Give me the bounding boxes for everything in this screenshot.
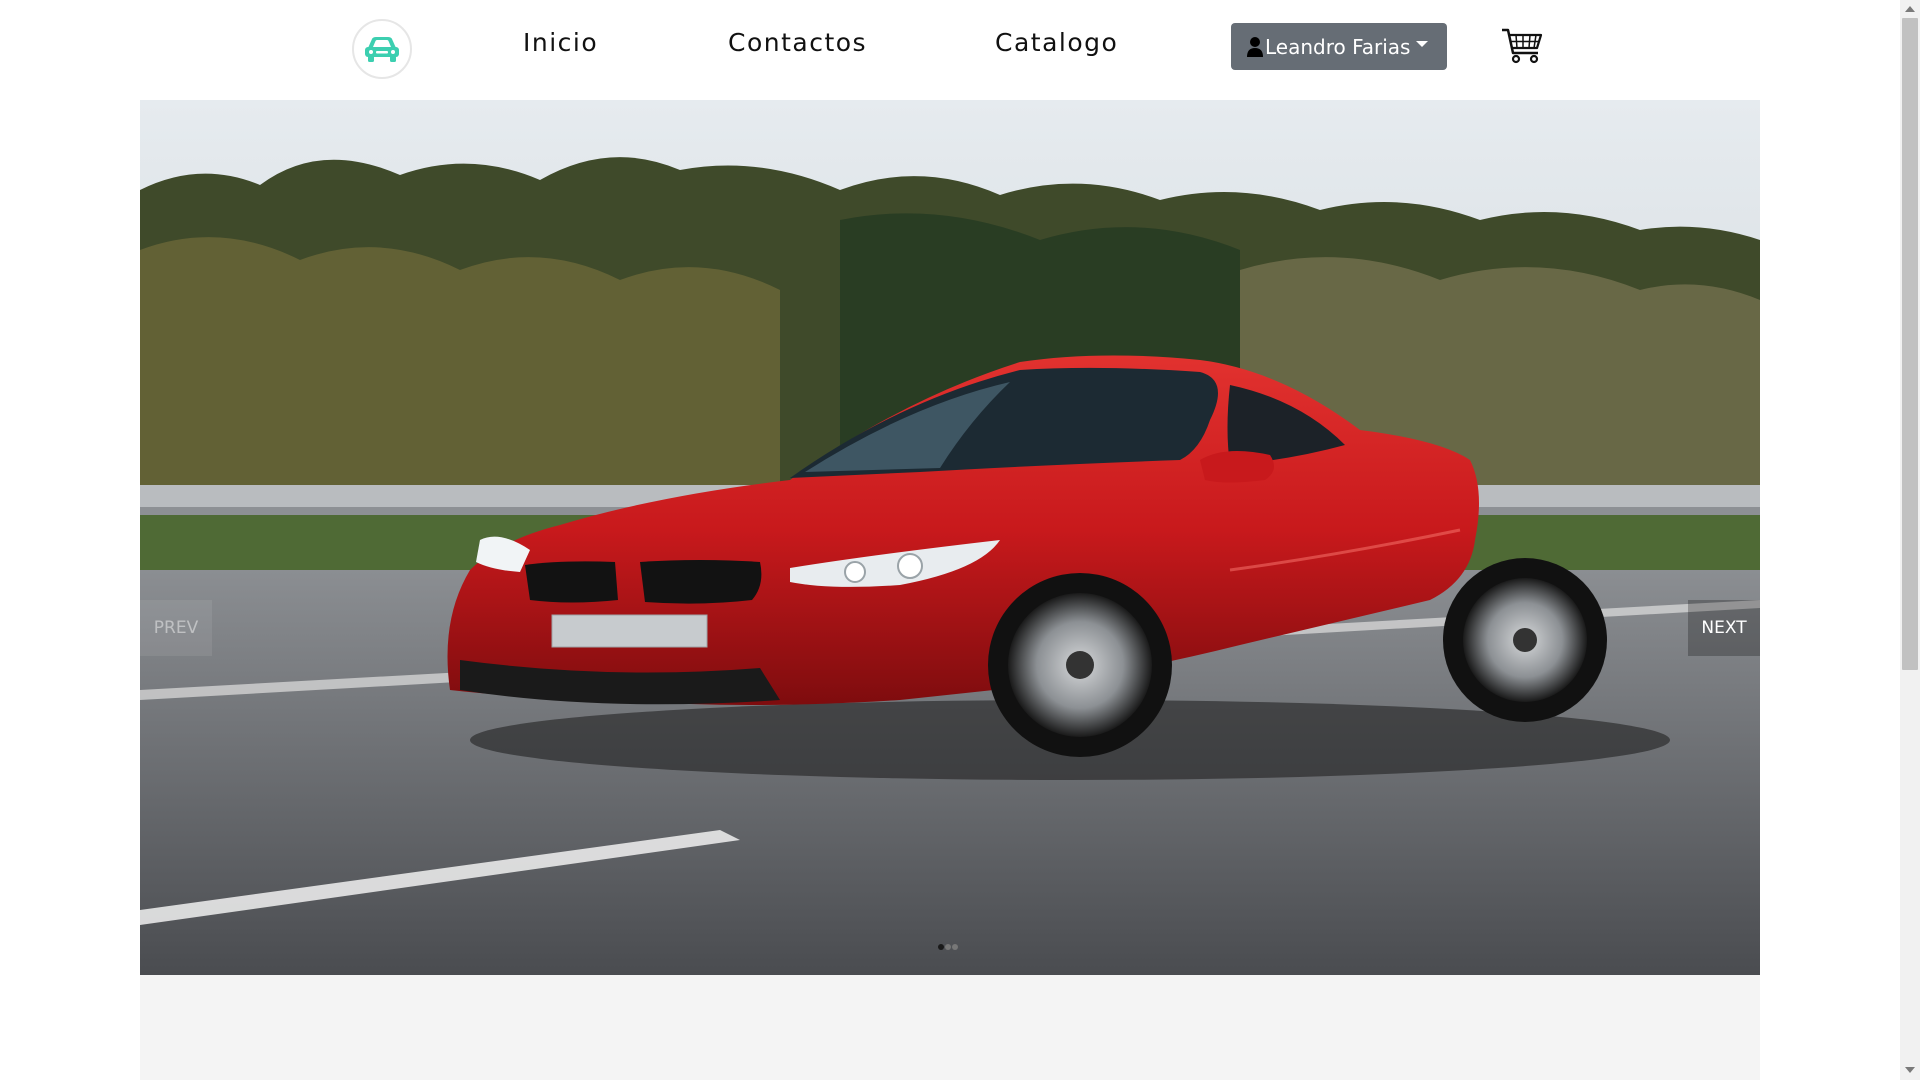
hero-carousel: PREV NEXT [140,100,1760,975]
car-icon [365,37,399,62]
carousel-next-button[interactable]: NEXT [1688,600,1760,656]
cart-icon[interactable] [1500,26,1544,66]
carousel-dot-3[interactable] [952,944,958,950]
carousel-indicators [938,944,958,950]
scroll-up-arrow-icon[interactable] [1905,6,1915,12]
scroll-down-arrow-icon[interactable] [1905,1067,1915,1073]
page-scrollbar[interactable] [1900,0,1920,1080]
chevron-down-icon [1416,40,1429,47]
carousel-dot-2[interactable] [945,944,951,950]
nav-link-inicio[interactable]: Inicio [523,28,598,57]
user-icon [1247,36,1263,57]
logo[interactable] [352,19,412,79]
navbar: Inicio Contactos Catalogo Leandro Farias [0,0,1900,100]
scrollbar-thumb[interactable] [1902,18,1918,670]
nav-link-catalogo[interactable]: Catalogo [995,28,1118,57]
carousel-dot-1[interactable] [938,944,944,950]
user-dropdown-button[interactable]: Leandro Farias [1231,23,1447,70]
content-section [140,975,1760,1080]
nav-link-contactos[interactable]: Contactos [728,28,867,57]
carousel-prev-button[interactable]: PREV [140,600,212,656]
user-name: Leandro Farias [1265,34,1411,59]
carousel-slide-image [140,100,1760,975]
